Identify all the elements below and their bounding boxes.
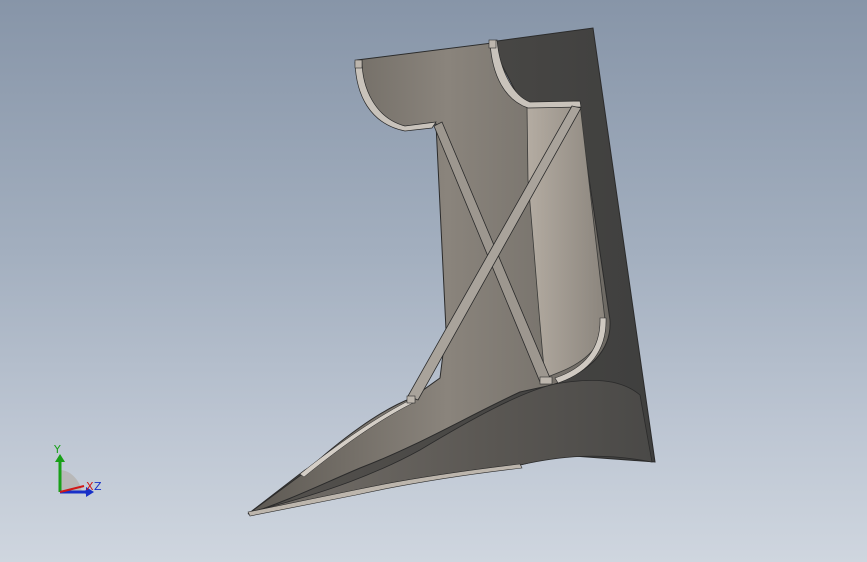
tab-top-left xyxy=(354,59,363,69)
tab-bottom-right xyxy=(539,376,553,385)
y-axis-label: Y xyxy=(53,443,61,456)
3d-model-view[interactable] xyxy=(0,0,867,562)
x-axis-label: X xyxy=(86,480,94,493)
graphics-viewport[interactable]: Y X Z xyxy=(0,0,867,562)
coordinate-triad: Y X Z xyxy=(53,443,102,497)
tab-bottom-left xyxy=(406,395,416,404)
tab-top-mid xyxy=(488,39,497,49)
z-axis-label: Z xyxy=(94,480,102,493)
